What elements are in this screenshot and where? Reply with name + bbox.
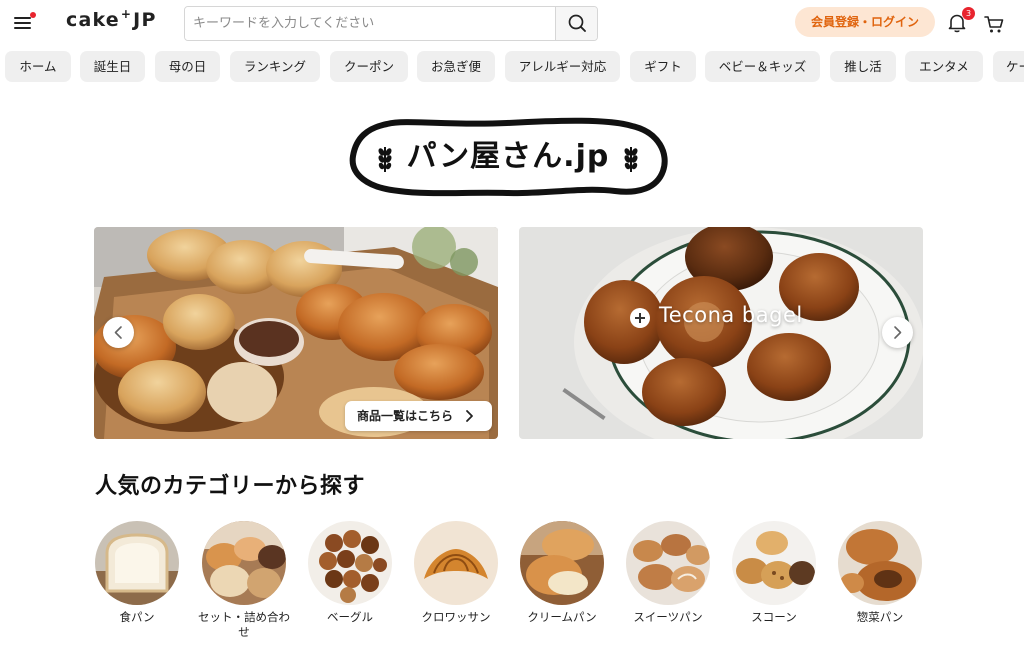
- logo-suffix: JP: [133, 9, 157, 31]
- wheat-left-icon: [378, 146, 392, 172]
- brand-title-text: パン屋さん.jp: [406, 139, 610, 174]
- nav-item-coupon[interactable]: クーポン: [330, 51, 408, 82]
- site-header: cake+JP 会員登録・ログイン 3: [0, 0, 1024, 46]
- category-item-set[interactable]: セット・詰め合わせ: [198, 521, 290, 640]
- notification-badge: 3: [962, 7, 975, 20]
- site-logo[interactable]: cake+JP: [66, 7, 157, 31]
- nav-item-ranking[interactable]: ランキング: [230, 51, 320, 82]
- category-item-savory-bread[interactable]: 惣菜パン: [834, 521, 926, 625]
- sweet-bread-image: [626, 521, 710, 605]
- category-item-scone[interactable]: スコーン: [728, 521, 820, 625]
- search-button[interactable]: [555, 7, 597, 40]
- bread-set-image: [202, 521, 286, 605]
- category-label: クロワッサン: [421, 610, 491, 624]
- nav-item-home[interactable]: ホーム: [5, 51, 71, 82]
- category-item-cream-bun[interactable]: クリームパン: [516, 521, 608, 625]
- chevron-left-icon: [114, 326, 122, 339]
- carousel-slide-tecona-bagel[interactable]: Tecona bagel: [519, 227, 923, 439]
- croissant-image: [414, 521, 498, 605]
- category-label: スイーツパン: [633, 610, 703, 624]
- nav-item-allergy[interactable]: アレルギー対応: [505, 51, 620, 82]
- bread-loaf-image: [95, 521, 179, 605]
- category-item-croissant[interactable]: クロワッサン: [410, 521, 502, 625]
- category-label: ベーグル: [327, 610, 373, 624]
- hero-carousel: 商品一覧はこちら Tecona bagel: [94, 227, 923, 439]
- category-label: セット・詰め合わせ: [198, 610, 290, 639]
- nav-item-mothers-day[interactable]: 母の日: [155, 51, 220, 82]
- category-item-bagel[interactable]: ベーグル: [304, 521, 396, 625]
- category-item-shokupan[interactable]: 食パン: [91, 521, 183, 625]
- tecona-bagel-label: Tecona bagel: [659, 303, 803, 327]
- carousel-prev-button[interactable]: [103, 317, 134, 348]
- scone-image: [732, 521, 816, 605]
- brand-logo: パン屋さん.jp: [347, 116, 669, 199]
- logo-text: cake: [66, 9, 120, 31]
- bagel-image: [308, 521, 392, 605]
- category-label: スコーン: [751, 610, 797, 624]
- nav-item-express[interactable]: お急ぎ便: [417, 51, 495, 82]
- cart-button[interactable]: [983, 13, 1005, 35]
- search-bar: [184, 6, 598, 41]
- view-all-label: 商品一覧はこちら: [357, 409, 454, 423]
- savory-bread-image: [838, 521, 922, 605]
- nav-item-birthday[interactable]: 誕生日: [80, 51, 145, 82]
- category-label: 食パン: [119, 610, 155, 624]
- search-input[interactable]: [185, 7, 556, 40]
- carousel-next-button[interactable]: [882, 317, 913, 348]
- nav-item-cake[interactable]: ケーキ: [993, 51, 1024, 82]
- nav-item-gift[interactable]: ギフト: [630, 51, 696, 82]
- category-label: クリームパン: [527, 610, 597, 624]
- search-icon: [568, 14, 586, 32]
- cream-bun-image: [520, 521, 604, 605]
- category-label: 惣菜パン: [856, 610, 904, 624]
- bagel-plate-image: [519, 227, 923, 439]
- logo-plus: +: [120, 7, 133, 21]
- category-nav: ホーム 誕生日 母の日 ランキング クーポン お急ぎ便 アレルギー対応 ギフト …: [0, 51, 1024, 83]
- nav-item-baby-kids[interactable]: ベビー＆キッズ: [705, 51, 820, 82]
- login-register-button[interactable]: 会員登録・ログイン: [795, 7, 935, 37]
- nav-item-entertainment[interactable]: エンタメ: [905, 51, 983, 82]
- popular-categories-title: 人気のカテゴリーから探す: [95, 474, 366, 499]
- wheat-right-icon: [624, 146, 638, 172]
- chevron-right-icon: [894, 326, 902, 339]
- chevron-right-icon: [466, 410, 473, 422]
- category-item-sweet-bread[interactable]: スイーツパン: [622, 521, 714, 625]
- cart-icon: [984, 16, 1004, 33]
- menu-notification-dot: [30, 12, 36, 18]
- view-all-products-button[interactable]: 商品一覧はこちら: [345, 401, 492, 431]
- hamburger-menu-button[interactable]: [12, 12, 36, 34]
- carousel-slide-bread-assortment[interactable]: 商品一覧はこちら: [94, 227, 498, 439]
- nav-item-oshikatsu[interactable]: 推し活: [830, 51, 896, 82]
- brand-title: パン屋さん.jp: [347, 116, 669, 199]
